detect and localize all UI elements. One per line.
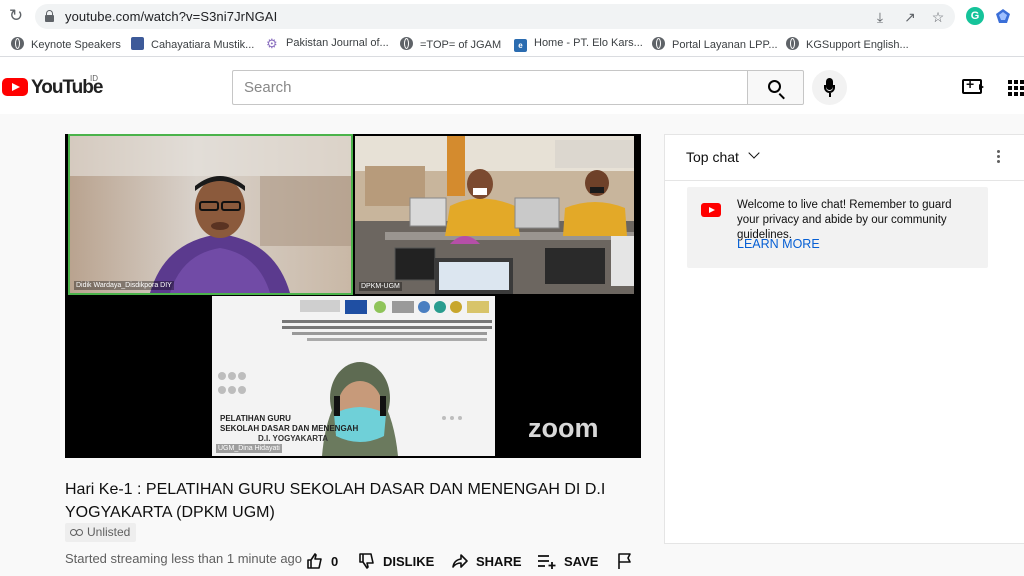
video-player[interactable]: Didik Wardaya_Disdikpora DIY DPKM-UGM PE…: [65, 134, 641, 458]
slide-subtitle: SEKOLAH DASAR DAN MENENGAH: [220, 424, 359, 433]
unlisted-badge: Unlisted: [65, 523, 137, 542]
play-logo-icon: [2, 78, 28, 96]
save-label: SAVE: [564, 554, 599, 569]
live-chat-panel: Top chat Welcome to live chat! Remember …: [664, 134, 1024, 544]
slide-region: D.I. YOGYAKARTA: [258, 434, 329, 443]
stream-status: Started streaming less than 1 minute ago: [65, 551, 303, 566]
participant-name: UGM_Dina Hidayati: [216, 444, 282, 453]
share-button[interactable]: SHARE: [451, 552, 522, 572]
country-code: ID: [90, 74, 98, 83]
search-box: [232, 70, 748, 105]
bookmark-item[interactable]: Portal Layanan LPP...: [652, 37, 778, 53]
chat-header: Top chat: [665, 135, 1024, 181]
flag-icon: [618, 553, 631, 569]
share-icon: [452, 554, 468, 568]
bookmark-item[interactable]: e Home - PT. Elo Kars...: [514, 37, 643, 53]
browser-toolbar: ↻ youtube.com/watch?v=S3ni7JrNGAI ⤓ ↗ ☆ …: [0, 0, 1024, 33]
create-video-icon[interactable]: [962, 76, 984, 94]
participant-name: DPKM-UGM: [359, 282, 402, 291]
lock-icon[interactable]: [45, 10, 54, 22]
chat-footer: [664, 544, 1024, 576]
zoom-watermark: zoom: [528, 413, 599, 443]
participant-tile-room: DPKM-UGM: [355, 136, 634, 294]
report-button[interactable]: [617, 552, 640, 572]
like-count: 0: [331, 554, 339, 569]
chat-mode-selector[interactable]: Top chat: [686, 149, 739, 165]
bookmark-item[interactable]: =TOP= of JGAM: [400, 37, 501, 53]
thumbs-up-icon: [307, 553, 322, 569]
learn-more-link[interactable]: LEARN MORE: [737, 237, 820, 251]
speaker-video: [70, 136, 351, 293]
youtube-masthead: YouTube ID: [0, 58, 1024, 114]
bookmark-item[interactable]: Cahayatiara Mustik...: [131, 37, 254, 53]
more-options-icon[interactable]: [997, 150, 1001, 166]
reload-icon[interactable]: ↻: [6, 6, 26, 26]
search-input[interactable]: [233, 71, 748, 104]
room-video: [355, 136, 634, 294]
bookmarks-bar: Keynote Speakers Cahayatiara Mustik... ⚙…: [0, 33, 1024, 57]
grammarly-extension-icon[interactable]: G: [966, 7, 984, 25]
search-button[interactable]: [747, 70, 804, 105]
playlist-add-icon: [538, 555, 556, 569]
search-icon: [768, 80, 781, 93]
globe-icon: [400, 37, 413, 50]
dislike-button[interactable]: DISLIKE: [358, 552, 434, 572]
dislike-label: DISLIKE: [383, 554, 435, 569]
participant-tile-presenter: PELATIHAN GURU SEKOLAH DASAR DAN MENENGA…: [212, 296, 495, 456]
bookmark-item[interactable]: Keynote Speakers: [11, 37, 121, 53]
extension-icon[interactable]: [995, 8, 1011, 24]
link-icon: [70, 529, 83, 536]
globe-icon: [652, 37, 665, 50]
participant-tile-speaker: Didik Wardaya_Disdikpora DIY: [68, 134, 353, 295]
chevron-down-icon[interactable]: [748, 147, 760, 159]
chat-welcome-banner: Welcome to live chat! Remember to guard …: [687, 187, 988, 268]
share-page-icon[interactable]: ↗: [901, 8, 919, 26]
apps-grid-icon[interactable]: [1008, 80, 1024, 96]
bookmark-item[interactable]: KGSupport English...: [786, 37, 909, 53]
participant-name: Didik Wardaya_Disdikpora DIY: [74, 281, 174, 290]
gear-icon: ⚙: [266, 36, 278, 51]
address-bar[interactable]: youtube.com/watch?v=S3ni7JrNGAI ⤓ ↗ ☆: [35, 4, 955, 29]
voice-search-button[interactable]: [812, 70, 847, 105]
ep-icon: e: [514, 39, 527, 52]
badge-label: Unlisted: [87, 525, 131, 539]
youtube-icon: [701, 203, 721, 217]
slide-program: PELATIHAN GURU: [220, 414, 291, 423]
site-square-icon: [131, 37, 144, 50]
globe-icon: [11, 37, 24, 50]
save-button[interactable]: SAVE: [537, 552, 598, 572]
globe-icon: [786, 37, 799, 50]
install-icon[interactable]: ⤓: [871, 8, 889, 26]
like-button[interactable]: 0: [306, 552, 338, 572]
share-label: SHARE: [476, 554, 522, 569]
video-title: Hari Ke-1 : PELATIHAN GURU SEKOLAH DASAR…: [65, 481, 606, 521]
url-text[interactable]: youtube.com/watch?v=S3ni7JrNGAI: [65, 9, 277, 24]
thumbs-down-icon: [359, 553, 374, 569]
bookmark-star-icon[interactable]: ☆: [929, 8, 947, 26]
bookmark-item[interactable]: ⚙ Pakistan Journal of...: [266, 37, 389, 53]
